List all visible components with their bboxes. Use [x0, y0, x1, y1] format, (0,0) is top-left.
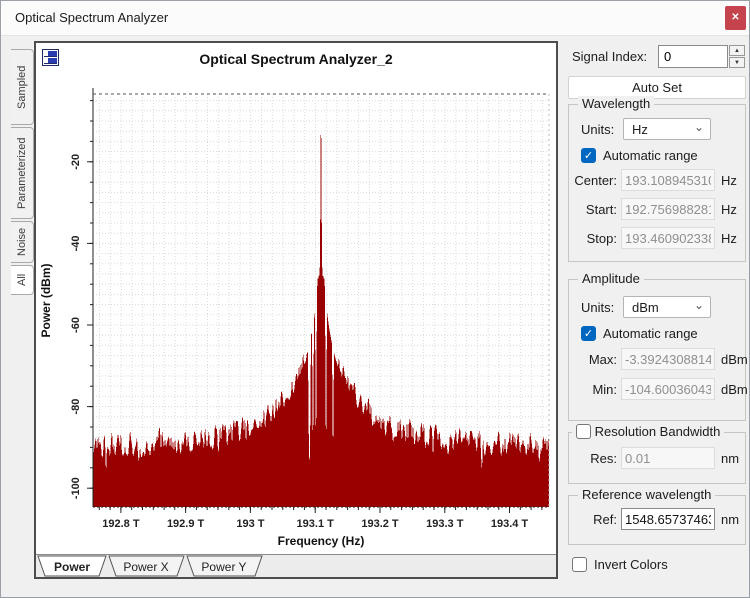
center-row: Center: Hz: [569, 169, 745, 191]
svg-text:Power (dBm): Power (dBm): [39, 263, 53, 337]
reference-wavelength-group: Reference wavelength Ref: nm: [568, 495, 746, 545]
stop-row: Stop: Hz: [569, 227, 745, 249]
close-button[interactable]: ✕: [725, 6, 746, 30]
settings-panel: Signal Index: ▲ ▼ Auto Set Wavelength Un…: [566, 35, 748, 598]
spectrum-plot[interactable]: 192.8 T 192.9 T 193 T 193.1 T 193.2 T 193.3 T…: [36, 79, 556, 551]
reference-wavelength-legend: Reference wavelength: [578, 487, 715, 502]
amplitude-group: Amplitude Units: dBm ⌄ ✓ Automatic range…: [568, 279, 746, 421]
window-title: Optical Spectrum Analyzer: [15, 10, 168, 25]
min-label: Min:: [573, 382, 617, 397]
resolution-bandwidth-label: Resolution Bandwidth: [595, 424, 721, 439]
stop-unit: Hz: [721, 231, 737, 246]
invert-colors-label: Invert Colors: [594, 557, 668, 572]
wavelength-units-label: Units:: [581, 122, 614, 137]
ref-unit: nm: [721, 512, 739, 527]
svg-text:Frequency (Hz): Frequency (Hz): [278, 534, 365, 548]
signal-index-stepper: ▲ ▼: [729, 45, 745, 68]
max-unit: dBm: [721, 352, 748, 367]
tab-sampled[interactable]: Sampled: [11, 49, 34, 125]
signal-type-tabs: Sampled Parameterized Noise All: [11, 49, 34, 297]
start-row: Start: Hz: [569, 198, 745, 220]
amplitude-units-label: Units:: [581, 300, 614, 315]
tab-power-x-label: Power X: [123, 560, 168, 574]
res-unit: nm: [721, 451, 739, 466]
wavelength-legend: Wavelength: [578, 96, 654, 111]
svg-text:193.4 T: 193.4 T: [491, 518, 529, 530]
chevron-down-icon: ⌄: [694, 298, 704, 312]
close-icon: ✕: [731, 12, 739, 23]
svg-text:192.8 T: 192.8 T: [102, 518, 140, 530]
plot-sheet-tabs: Power Power X Power Y: [36, 554, 556, 577]
wavelength-units-value: Hz: [632, 122, 648, 137]
tab-all-label: All: [16, 274, 28, 286]
invert-colors-checkbox[interactable]: Invert Colors: [572, 557, 722, 573]
stop-input: [621, 227, 715, 249]
res-row: Res: nm: [569, 447, 745, 469]
spin-down-button[interactable]: ▼: [729, 57, 745, 68]
start-label: Start:: [573, 202, 617, 217]
tab-power-label: Power: [54, 560, 90, 574]
ref-input[interactable]: [621, 508, 715, 530]
svg-text:193 T: 193 T: [236, 518, 264, 530]
resolution-bandwidth-legend: Resolution Bandwidth: [572, 424, 724, 439]
checkbox-unchecked-icon: [572, 557, 587, 572]
res-label: Res:: [573, 451, 617, 466]
svg-text:-80: -80: [70, 399, 82, 415]
stop-label: Stop:: [573, 231, 617, 246]
tab-all[interactable]: All: [11, 265, 34, 295]
ref-label: Ref:: [573, 512, 617, 527]
chevron-down-icon: ⌄: [694, 120, 704, 134]
min-row: Min: dBm: [569, 378, 745, 400]
wavelength-units-select[interactable]: Hz ⌄: [623, 118, 711, 140]
chart-title: Optical Spectrum Analyzer_2: [36, 51, 556, 67]
tab-power-y-label: Power Y: [201, 560, 246, 574]
tab-parameterized-label: Parameterized: [16, 137, 28, 209]
svg-text:193.2 T: 193.2 T: [361, 518, 399, 530]
max-input: [621, 348, 715, 370]
max-label: Max:: [573, 352, 617, 367]
svg-text:193.3 T: 193.3 T: [426, 518, 464, 530]
tab-noise-label: Noise: [16, 228, 28, 256]
ref-row: Ref: nm: [569, 508, 745, 530]
spin-up-icon: ▲: [734, 48, 740, 54]
max-row: Max: dBm: [569, 348, 745, 370]
signal-index-label: Signal Index:: [572, 49, 647, 64]
tab-sampled-label: Sampled: [16, 65, 28, 108]
tab-noise[interactable]: Noise: [11, 221, 34, 263]
min-input: [621, 378, 715, 400]
checkbox-checked-icon: ✓: [581, 148, 596, 163]
start-input: [621, 198, 715, 220]
checkbox-checked-icon: ✓: [581, 326, 596, 341]
tab-parameterized[interactable]: Parameterized: [11, 127, 34, 219]
svg-text:-100: -100: [70, 477, 82, 499]
svg-text:193.1 T: 193.1 T: [297, 518, 335, 530]
start-unit: Hz: [721, 202, 737, 217]
center-unit: Hz: [721, 173, 737, 188]
resolution-bandwidth-checkbox[interactable]: [576, 424, 591, 439]
svg-text:-40: -40: [70, 235, 82, 251]
amplitude-units-value: dBm: [632, 300, 659, 315]
svg-text:192.9 T: 192.9 T: [167, 518, 205, 530]
center-input: [621, 169, 715, 191]
chart-panel: Optical Spectrum Analyzer_2 192.8 T 192.9…: [34, 41, 558, 579]
amplitude-legend: Amplitude: [578, 271, 644, 286]
center-label: Center:: [573, 173, 617, 188]
signal-index-input[interactable]: [658, 45, 728, 68]
amplitude-units-select[interactable]: dBm ⌄: [623, 296, 711, 318]
svg-text:-20: -20: [70, 154, 82, 170]
amplitude-auto-range-checkbox[interactable]: ✓ Automatic range: [581, 326, 731, 342]
wavelength-auto-range-label: Automatic range: [603, 148, 698, 163]
min-unit: dBm: [721, 382, 748, 397]
wavelength-group: Wavelength Units: Hz ⌄ ✓ Automatic range…: [568, 104, 746, 262]
osa-dialog: Optical Spectrum Analyzer ✕ Sampled Para…: [0, 0, 750, 598]
svg-text:-60: -60: [70, 317, 82, 333]
spin-down-icon: ▼: [734, 60, 740, 66]
spin-up-button[interactable]: ▲: [729, 45, 745, 56]
res-input: [621, 447, 715, 469]
title-bar: Optical Spectrum Analyzer ✕: [1, 1, 749, 36]
wavelength-auto-range-checkbox[interactable]: ✓ Automatic range: [581, 148, 731, 164]
amplitude-auto-range-label: Automatic range: [603, 326, 698, 341]
resolution-bandwidth-group: Resolution Bandwidth Res: nm: [568, 432, 746, 484]
